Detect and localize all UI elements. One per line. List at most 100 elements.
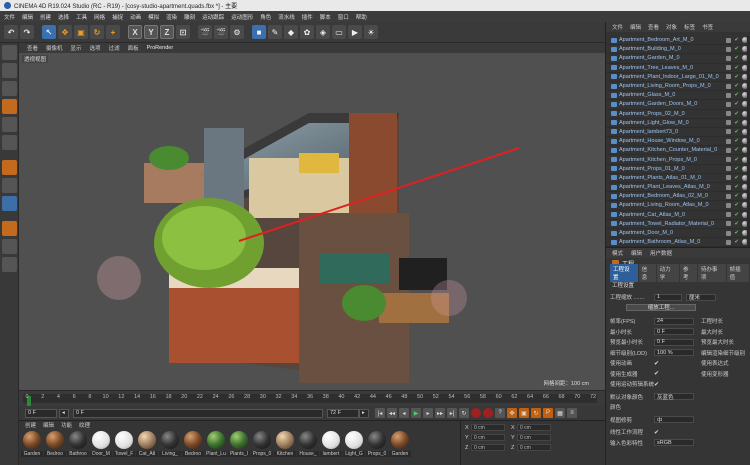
- visibility-dots-icon[interactable]: [726, 184, 731, 190]
- visibility-dots-icon[interactable]: [726, 230, 731, 236]
- snap-icon[interactable]: [2, 196, 17, 211]
- workplane-icon[interactable]: [2, 221, 17, 236]
- material-swatch[interactable]: Plant_Lu: [205, 431, 227, 457]
- object-row[interactable]: Apartment_Garden_M_0 ✔: [606, 54, 750, 64]
- visibility-dots-icon[interactable]: [726, 74, 731, 80]
- visibility-dots-icon[interactable]: [726, 202, 731, 208]
- visibility-dots-icon[interactable]: [726, 221, 731, 227]
- menu-item-12[interactable]: 运动图形: [231, 13, 253, 21]
- use-motion-checkbox[interactable]: ✔: [654, 381, 659, 388]
- object-row[interactable]: Apartment_Bedroom_Art_M_0 ✔: [606, 36, 750, 46]
- goto-end-icon[interactable]: ▸|: [447, 408, 457, 418]
- material-swatch[interactable]: Living_: [159, 431, 181, 457]
- menu-item-6[interactable]: 捕捉: [112, 13, 123, 21]
- attribute-tab-1[interactable]: 信息: [638, 264, 656, 282]
- object-row[interactable]: Apartment_Door_M_0 ✔: [606, 229, 750, 239]
- enabled-check-icon[interactable]: ✔: [734, 74, 739, 80]
- visibility-dots-icon[interactable]: [726, 120, 731, 126]
- enabled-check-icon[interactable]: ✔: [734, 83, 739, 89]
- enabled-check-icon[interactable]: ✔: [734, 221, 739, 227]
- visibility-dots-icon[interactable]: [726, 129, 731, 135]
- enabled-check-icon[interactable]: ✔: [734, 101, 739, 107]
- object-menu-item-2[interactable]: 查看: [648, 23, 659, 31]
- model-mode-icon[interactable]: [2, 63, 17, 78]
- project-scale-input[interactable]: 1: [654, 293, 682, 301]
- object-row[interactable]: Apartment_Light_Glow_M_0 ✔: [606, 119, 750, 128]
- coord-x-position[interactable]: 0 cm: [471, 424, 505, 431]
- visibility-dots-icon[interactable]: [726, 239, 731, 245]
- object-row[interactable]: Apartment_Plants_Atlas_01_M_0 ✔: [606, 174, 750, 183]
- visibility-dots-icon[interactable]: [726, 166, 731, 172]
- material-swatch[interactable]: Plants_I: [228, 431, 250, 457]
- menu-item-9[interactable]: 渲染: [166, 13, 177, 21]
- coordinate-system-icon[interactable]: ⊡: [176, 25, 190, 39]
- attribute-tab-3[interactable]: 参考: [679, 264, 697, 282]
- subdivision-icon[interactable]: ◆: [284, 25, 298, 39]
- next-frame-icon[interactable]: ▸: [423, 408, 433, 418]
- tweak-mode-icon[interactable]: [2, 178, 17, 193]
- end-frame-stepper[interactable]: ▸: [359, 408, 369, 418]
- object-row[interactable]: Apartment_Kitchen_Props_M_0 ✔: [606, 155, 750, 165]
- menu-item-13[interactable]: 角色: [260, 13, 271, 21]
- visibility-dots-icon[interactable]: [726, 65, 731, 71]
- material-swatch[interactable]: Props_0: [251, 431, 273, 457]
- object-row[interactable]: Apartment_House_Window_M_0 ✔: [606, 137, 750, 147]
- attribute-menu-item-2[interactable]: 用户数据: [650, 249, 672, 257]
- menu-item-14[interactable]: 流水线: [278, 13, 295, 21]
- menu-item-7[interactable]: 动画: [130, 13, 141, 21]
- axis-mode-icon[interactable]: [2, 160, 17, 175]
- prev-frame-icon[interactable]: ◂: [399, 408, 409, 418]
- coord-z-size[interactable]: 0 cm: [517, 444, 551, 451]
- material-swatch[interactable]: Bedroo: [182, 431, 204, 457]
- linear-workflow-checkbox[interactable]: ✔: [654, 429, 659, 436]
- project-scale-unit-select[interactable]: 厘米: [686, 293, 716, 301]
- key-rotation-icon[interactable]: ↻: [531, 408, 541, 418]
- material-swatch[interactable]: Props_0: [366, 431, 388, 457]
- attribute-tab-5[interactable]: 帧插值: [726, 264, 749, 282]
- object-menu-item-5[interactable]: 书签: [702, 23, 713, 31]
- render-picture-viewer-icon[interactable]: 🎬: [214, 25, 228, 39]
- object-row[interactable]: Apartment_Garden_Doors_M_0 ✔: [606, 100, 750, 110]
- cloner-icon[interactable]: ✿: [300, 25, 314, 39]
- object-row[interactable]: Apartment_Building_M_0 ✔: [606, 45, 750, 55]
- object-row[interactable]: Apartment_Kitchen_Counter_Material_0 ✔: [606, 146, 750, 156]
- default-color-select[interactable]: 灰蓝色: [654, 393, 694, 401]
- end-frame-field[interactable]: 72 F: [327, 408, 359, 418]
- viewport-menu-item-3[interactable]: 选项: [90, 44, 101, 52]
- input-color-select[interactable]: sRGB: [654, 439, 694, 447]
- key-pla-icon[interactable]: ▦: [555, 408, 565, 418]
- key-scale-icon[interactable]: ▣: [519, 408, 529, 418]
- record-icon[interactable]: [471, 408, 481, 418]
- coord-x-size[interactable]: 0 cm: [517, 424, 551, 431]
- object-row[interactable]: Apartment_Plant_Leaves_Atlas_M_0 ✔: [606, 183, 750, 193]
- key-position-icon[interactable]: ✥: [507, 408, 517, 418]
- material-menu-item-3[interactable]: 纹理: [79, 421, 90, 429]
- visibility-dots-icon[interactable]: [726, 55, 731, 61]
- visibility-dots-icon[interactable]: [726, 101, 731, 107]
- object-menu-item-4[interactable]: 标签: [684, 23, 695, 31]
- enabled-check-icon[interactable]: ✔: [734, 157, 739, 163]
- preview-min-input[interactable]: 0 F: [654, 338, 694, 346]
- cube-icon[interactable]: ■: [252, 25, 266, 39]
- visibility-dots-icon[interactable]: [726, 138, 731, 144]
- object-menu-item-1[interactable]: 编辑: [630, 23, 641, 31]
- prev-key-icon[interactable]: ◂◂: [387, 408, 397, 418]
- timeline-ruler[interactable]: 0 2 4 6 8 10 12 14 16 18 20 22 24 26 28 30 32 34 36 38 40 42 4…: [23, 394, 597, 407]
- perspective-viewport[interactable]: 透视视图 网格间距：100 cm: [19, 53, 605, 390]
- viewport-menu-item-2[interactable]: 显示: [71, 44, 82, 52]
- deformer-icon[interactable]: ◈: [316, 25, 330, 39]
- menu-item-10[interactable]: 雕刻: [184, 13, 195, 21]
- material-swatch[interactable]: Cat_Atl: [136, 431, 158, 457]
- menu-item-18[interactable]: 帮助: [356, 13, 367, 21]
- axis-y-button[interactable]: Y: [144, 25, 158, 39]
- make-editable-icon[interactable]: [2, 45, 17, 60]
- use-animation-checkbox[interactable]: ✔: [654, 360, 659, 367]
- attribute-tab-0[interactable]: 工程设置: [610, 264, 638, 282]
- attribute-menu-item-1[interactable]: 编辑: [631, 249, 642, 257]
- undo-icon[interactable]: ↶: [4, 25, 18, 39]
- play-icon[interactable]: ▶: [411, 408, 421, 418]
- polygons-mode-icon[interactable]: [2, 135, 17, 150]
- object-row[interactable]: Apartment_Bedroom_Atlas_02_M_0 ✔: [606, 192, 750, 202]
- enabled-check-icon[interactable]: ✔: [734, 46, 739, 52]
- object-row[interactable]: Apartment_Plant_Indoor_Large_01_M_0 ✔: [606, 73, 750, 82]
